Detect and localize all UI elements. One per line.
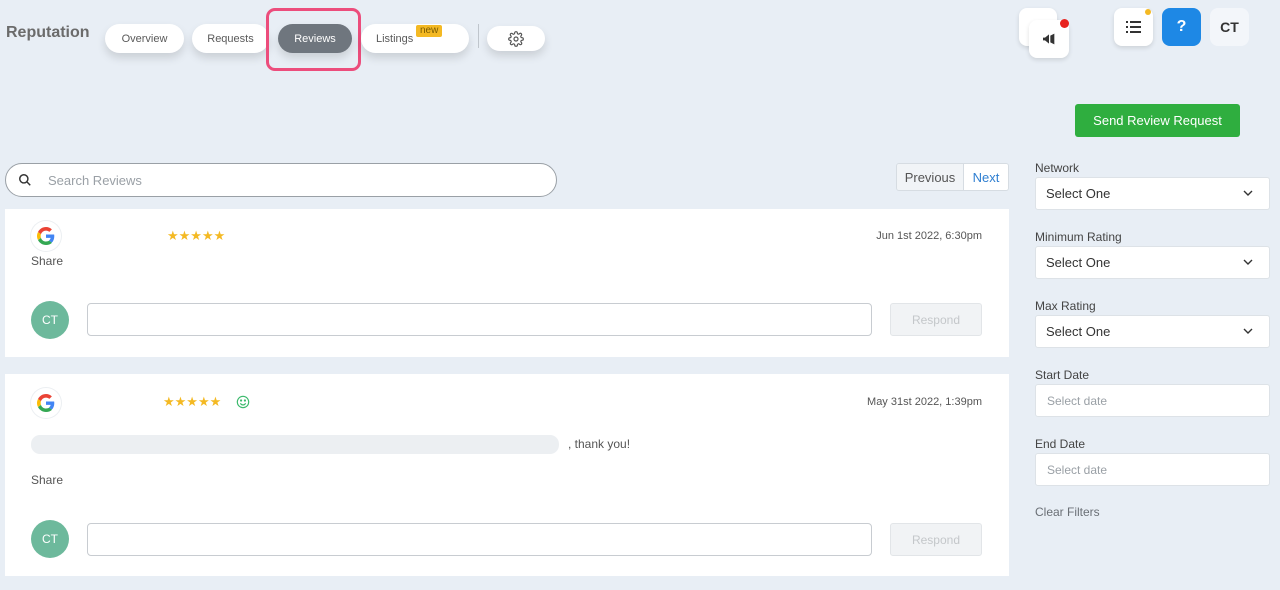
minimum-rating-label: Minimum Rating xyxy=(1035,230,1122,244)
chevron-down-icon xyxy=(1243,259,1253,265)
start-date-label: Start Date xyxy=(1035,368,1090,382)
reply-input[interactable] xyxy=(87,523,872,556)
minimum-rating-select[interactable]: Select One xyxy=(1035,246,1270,279)
user-avatar[interactable]: CT xyxy=(1210,8,1249,46)
page-title: Reputation xyxy=(6,24,90,41)
review-text: , thank you! xyxy=(568,437,631,451)
tab-overview[interactable]: Overview xyxy=(105,24,184,53)
search-input[interactable] xyxy=(48,172,528,188)
search-icon xyxy=(19,174,31,186)
share-link[interactable]: Share xyxy=(31,254,63,268)
network-label: Network xyxy=(1035,161,1080,175)
review-card: ★★★★★ Jun 1st 2022, 6:30pm Share CT Resp… xyxy=(5,209,1009,357)
settings-button[interactable] xyxy=(487,26,545,51)
search-bar xyxy=(5,163,557,197)
start-date-input[interactable]: Select date xyxy=(1035,384,1270,417)
previous-button[interactable]: Previous xyxy=(897,164,964,190)
smile-icon xyxy=(236,395,250,409)
end-date-label: End Date xyxy=(1035,437,1086,451)
max-rating-select[interactable]: Select One xyxy=(1035,315,1270,348)
new-badge: new xyxy=(416,25,443,37)
megaphone-icon xyxy=(1043,33,1055,45)
review-date: May 31st 2022, 1:39pm xyxy=(867,396,982,408)
notification-dot xyxy=(1060,19,1069,28)
tab-divider xyxy=(478,24,479,48)
chevron-down-icon xyxy=(1243,328,1253,334)
max-rating-label: Max Rating xyxy=(1035,299,1096,313)
chevron-down-icon xyxy=(1243,190,1253,196)
clear-filters-link[interactable]: Clear Filters xyxy=(1035,505,1100,519)
tab-listings-label: Listings xyxy=(376,32,414,45)
redacted-review-text xyxy=(31,435,559,454)
responder-avatar: CT xyxy=(31,520,69,558)
end-date-input[interactable]: Select date xyxy=(1035,453,1270,486)
review-card: ★★★★★ May 31st 2022, 1:39pm , thank you!… xyxy=(5,374,1009,576)
send-review-request-button[interactable]: Send Review Request xyxy=(1075,104,1240,137)
review-date: Jun 1st 2022, 6:30pm xyxy=(876,230,982,242)
next-button[interactable]: Next xyxy=(964,164,1008,190)
max-rating-select-value: Select One xyxy=(1046,324,1111,339)
help-button[interactable]: ? xyxy=(1162,8,1201,46)
pagination: Previous Next xyxy=(896,163,1009,191)
star-rating: ★★★★★ xyxy=(163,394,222,409)
reply-input[interactable] xyxy=(87,303,872,336)
google-icon xyxy=(31,221,61,251)
network-select-value: Select One xyxy=(1046,186,1111,201)
respond-button[interactable]: Respond xyxy=(890,523,982,556)
list-icon xyxy=(1126,20,1141,33)
tab-requests[interactable]: Requests xyxy=(192,24,269,53)
gear-icon xyxy=(508,30,524,47)
tab-listings[interactable]: Listings xyxy=(361,24,469,53)
network-select[interactable]: Select One xyxy=(1035,177,1270,210)
tasks-dot xyxy=(1145,9,1151,15)
responder-avatar: CT xyxy=(31,301,69,339)
tab-highlight-box xyxy=(266,8,361,71)
google-icon xyxy=(31,388,61,418)
minimum-rating-select-value: Select One xyxy=(1046,255,1111,270)
star-rating: ★★★★★ xyxy=(167,228,226,243)
respond-button[interactable]: Respond xyxy=(890,303,982,336)
share-link[interactable]: Share xyxy=(31,473,63,487)
